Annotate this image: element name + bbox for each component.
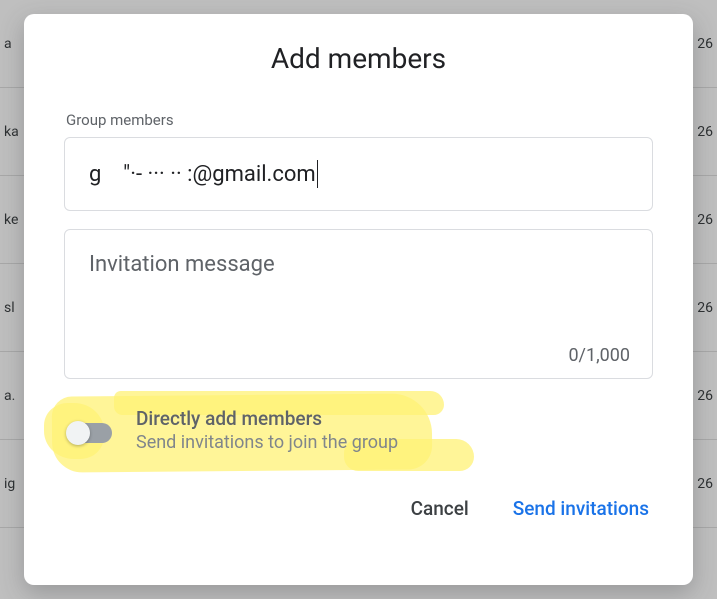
directly-add-toggle[interactable] (68, 423, 112, 443)
group-members-input[interactable]: g "·- ··· ·· :@gmail.com (64, 137, 653, 211)
group-members-value: g "·- ··· ·· :@gmail.com (89, 162, 316, 187)
toggle-text: Directly add members Send invitations to… (136, 407, 398, 453)
toggle-knob (66, 421, 90, 445)
cancel-button[interactable]: Cancel (407, 489, 473, 528)
dialog-title: Add members (64, 42, 653, 75)
character-count: 0/1,000 (568, 345, 630, 366)
toggle-title: Directly add members (136, 407, 398, 430)
invitation-placeholder: Invitation message (89, 252, 275, 277)
toggle-subtitle: Send invitations to join the group (136, 432, 398, 453)
group-members-label: Group members (64, 111, 653, 129)
invitation-message-input[interactable]: Invitation message 0/1,000 (64, 229, 653, 379)
directly-add-toggle-section: Directly add members Send invitations to… (64, 399, 653, 465)
dialog-actions: Cancel Send invitations (64, 489, 653, 528)
text-cursor (317, 160, 318, 188)
send-invitations-button[interactable]: Send invitations (509, 489, 653, 528)
add-members-dialog: Add members Group members g "·- ··· ·· :… (24, 14, 693, 585)
